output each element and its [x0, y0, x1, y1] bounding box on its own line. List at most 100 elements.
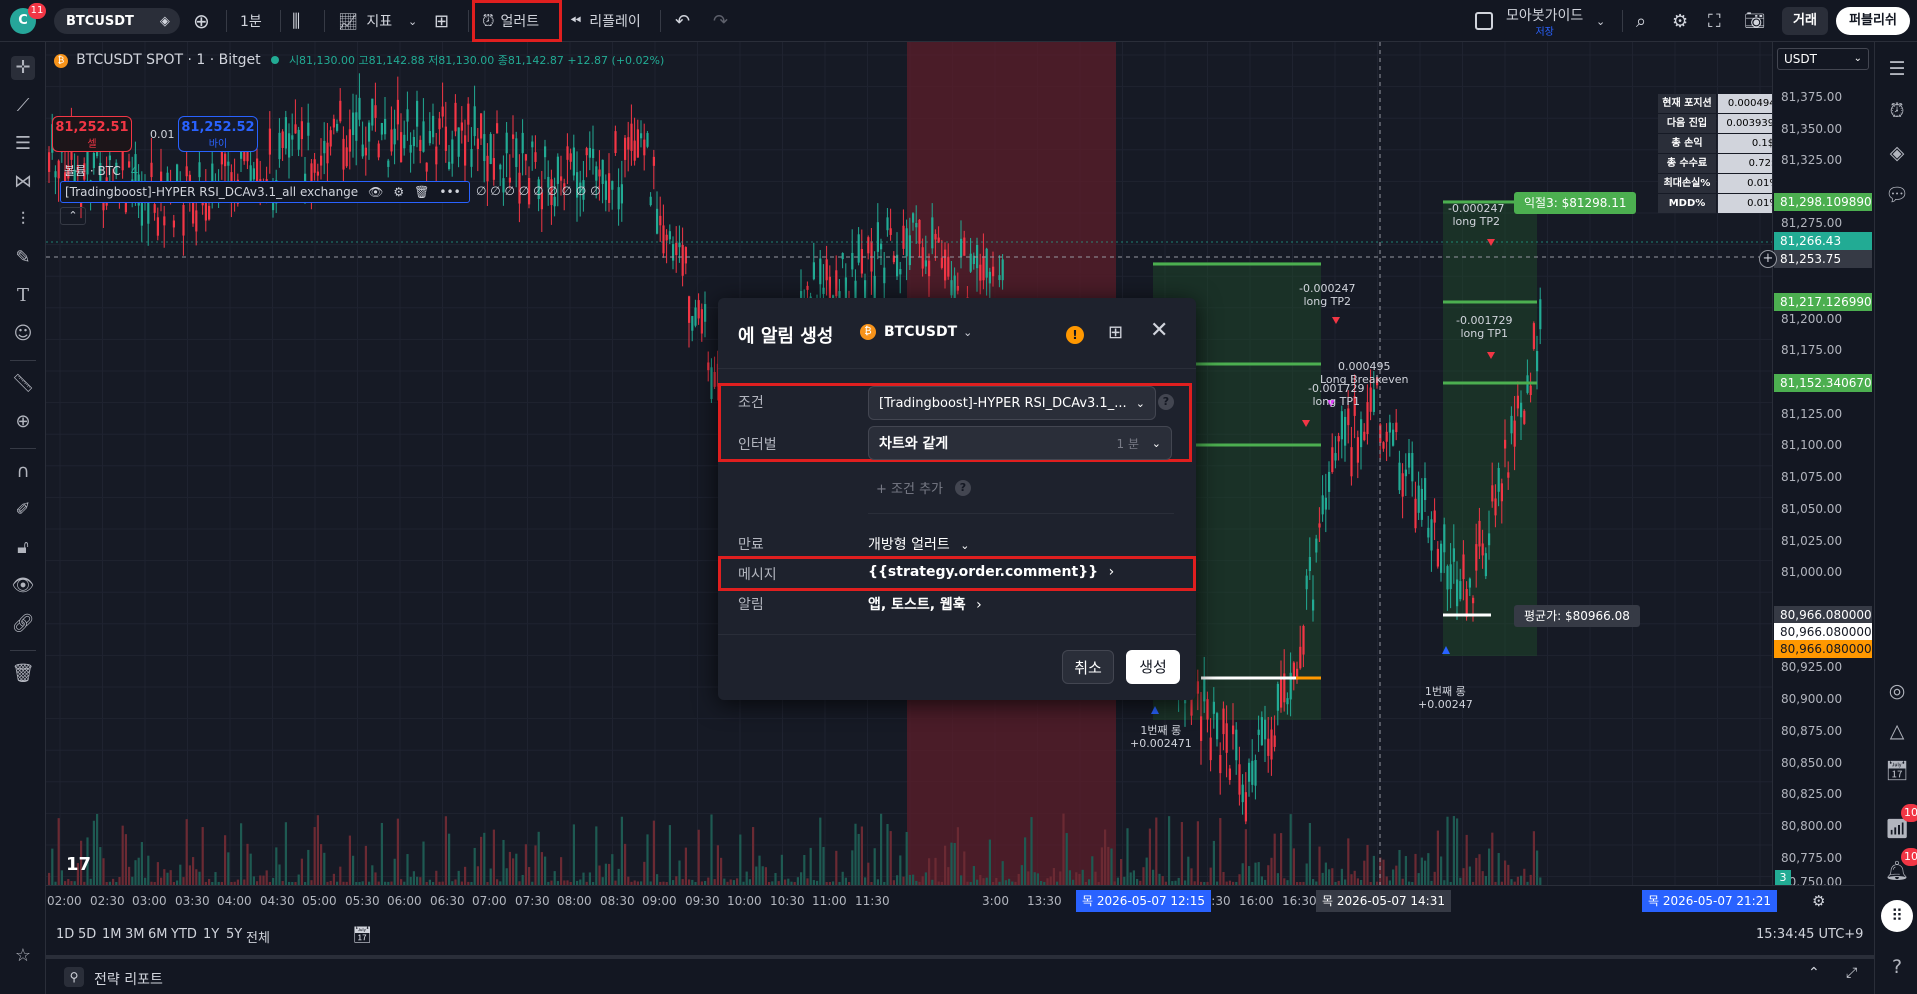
target-icon[interactable]: ◎	[1884, 678, 1910, 704]
strategy-report-panel[interactable]: ⚲ 전략 리포트 ⌃ ⤢	[46, 955, 1874, 994]
condition-select[interactable]: [Tradingboost]-HYPER RSI_DCAv3.1_... ⌄	[868, 386, 1156, 420]
zoom-in-icon[interactable]: ⊕	[11, 410, 35, 434]
expiry-button[interactable]: 개방형 얼러트 ⌄	[868, 534, 969, 554]
chat-icon[interactable]: 💬︎	[1884, 182, 1910, 208]
message-button[interactable]: {{strategy.order.comment}} ›	[868, 564, 1114, 580]
layout-name-button[interactable]: 모아봇가이드 저장	[1506, 5, 1583, 38]
interval-select[interactable]: 차트와 같게 1 분 ⌄	[868, 426, 1172, 460]
fullscreen-icon[interactable]: ⛶	[1708, 0, 1721, 42]
time-label-left: 목 2026-05-07 12:15	[1076, 890, 1211, 912]
range-button[interactable]: YTD	[171, 927, 197, 942]
fib-icon[interactable]: ⫶	[11, 208, 35, 232]
lock-icon[interactable]: 🔓︎	[11, 536, 35, 560]
alert-button[interactable]: ⏰︎ 얼러트	[482, 0, 539, 42]
lock-drawing-icon[interactable]: ✐	[11, 498, 35, 522]
trend-line-icon[interactable]: ⟋	[11, 94, 35, 118]
link-icon[interactable]: 🔗︎	[11, 612, 35, 636]
time-tick: 08:30	[600, 894, 635, 908]
indicators-label: 지표	[366, 14, 393, 30]
text-icon[interactable]: T	[11, 284, 35, 308]
ruler-icon[interactable]: 📏︎	[11, 372, 35, 396]
collapse-legend-icon[interactable]: ⌃	[60, 207, 86, 225]
eye-icon[interactable]: 👁︎	[11, 574, 35, 598]
trade-note-1-value: -0.000247	[1448, 202, 1505, 215]
message-value: {{strategy.order.comment}}	[868, 564, 1099, 580]
candles-icon[interactable]: ⫼	[292, 0, 300, 42]
interval-button[interactable]: 1분	[240, 0, 262, 42]
buy-button[interactable]: 81,252.52 바이	[178, 116, 258, 152]
eye-icon[interactable]: 👁︎	[368, 185, 383, 199]
tp1-price-label: 81,152.340670	[1774, 374, 1872, 392]
redo-icon[interactable]: ↷	[713, 0, 728, 42]
settings-gear-icon[interactable]: ⚙	[1672, 0, 1688, 42]
undo-icon[interactable]: ↶	[675, 0, 690, 42]
range-button[interactable]: 5D	[78, 927, 96, 942]
range-button[interactable]: 3M	[125, 927, 145, 942]
layout-square-icon[interactable]	[1475, 12, 1493, 30]
quick-search-icon[interactable]: ⌕	[1636, 0, 1646, 42]
layout-dropdown-icon[interactable]: ⌄	[1596, 0, 1605, 42]
alert-grid-icon[interactable]: ⊞	[1108, 322, 1123, 343]
range-button[interactable]: 전체	[246, 927, 270, 946]
dialog-symbol[interactable]: ₿ BTCUSDT ⌄	[860, 324, 972, 340]
trade-note-2-value: -0.000247	[1299, 282, 1356, 295]
symbol-legend[interactable]: ₿ BTCUSDT SPOT · 1 · Bitget 시81,130.00 고…	[54, 52, 664, 68]
go-to-date-icon[interactable]: 📅︎	[352, 925, 372, 944]
add-alert-plus-icon[interactable]: +	[1759, 250, 1777, 268]
replay-button[interactable]: ⏪︎ 리플레이	[570, 0, 641, 42]
symbol-search-button[interactable]: BTCUSDT ◈	[54, 8, 180, 34]
camera-icon[interactable]: 📷︎	[1744, 0, 1766, 42]
trade-note-5-label: long TP1	[1312, 395, 1361, 408]
spread-value: 0.01	[150, 128, 175, 141]
calendar-icon[interactable]: 📅︎	[1884, 758, 1910, 784]
range-button[interactable]: 1M	[102, 927, 122, 942]
clock[interactable]: 15:34:45 UTC+9	[1756, 927, 1863, 942]
trade-button[interactable]: 거래	[1782, 7, 1828, 35]
emoji-icon[interactable]: ☺	[11, 322, 35, 346]
sell-button[interactable]: 81,252.51 셀	[52, 116, 132, 152]
settings-gear-icon[interactable]: ⚙	[393, 185, 404, 199]
indicator-legend[interactable]: [Tradingboost]-HYPER RSI_DCAv3.1_all exc…	[60, 181, 470, 203]
templates-icon[interactable]: ⊞	[434, 0, 449, 42]
expand-panel-icon[interactable]: ⌃	[1808, 965, 1820, 981]
cancel-button[interactable]: 취소	[1062, 650, 1114, 684]
crosshair-icon[interactable]: ✛	[11, 56, 35, 80]
currency-select[interactable]: USDT ⌄	[1777, 48, 1869, 70]
sell-price: 81,252.51	[55, 120, 129, 135]
apps-grid-icon[interactable]: ⠿	[1881, 900, 1913, 932]
price-axis[interactable]: USDT ⌄ 81,375.00 81,350.00 81,325.00 81,275…	[1759, 42, 1874, 889]
alerts-clock-icon[interactable]: ⏰︎	[1884, 98, 1910, 124]
maximize-panel-icon[interactable]: ⤢	[1846, 965, 1857, 981]
more-icon[interactable]: •••	[439, 185, 460, 199]
publish-button[interactable]: 퍼블리쉬	[1836, 7, 1910, 35]
range-button[interactable]: 1D	[56, 927, 74, 942]
range-button[interactable]: 1Y	[203, 927, 219, 942]
help-icon[interactable]: ?	[1158, 394, 1174, 410]
layers-icon[interactable]: ◈	[1884, 140, 1910, 166]
trash-icon[interactable]: 🗑︎	[11, 662, 35, 686]
indicators-button[interactable]: 📈︎ 지표	[338, 0, 392, 42]
ideas-icon[interactable]: △	[1884, 718, 1910, 744]
axis-settings-icon[interactable]: ⚙	[1812, 892, 1825, 910]
range-button[interactable]: 6M	[148, 927, 168, 942]
favorites-star-icon[interactable]: ☆	[11, 944, 35, 968]
add-symbol-icon[interactable]: ⊕	[193, 0, 210, 42]
brush-icon[interactable]: ✎	[11, 246, 35, 270]
magnet-icon[interactable]: ∩	[11, 460, 35, 484]
price-tick: 81,075.00	[1781, 470, 1843, 484]
help-icon[interactable]: ?	[1884, 954, 1910, 980]
add-condition-button[interactable]: + 조건 추가 ?	[876, 478, 971, 497]
notify-button[interactable]: 앱, 토스트, 웹훅 ›	[868, 594, 982, 614]
create-button[interactable]: 생성	[1126, 650, 1180, 684]
horizontal-lines-icon[interactable]: ☰	[11, 132, 35, 156]
watchlist-icon[interactable]: ☰	[1884, 56, 1910, 82]
trash-icon[interactable]: 🗑︎	[414, 185, 429, 199]
pattern-icon[interactable]: ⋈	[11, 170, 35, 194]
range-button[interactable]: 5Y	[226, 927, 242, 942]
warning-icon[interactable]: !	[1066, 326, 1084, 344]
time-axis[interactable]: 02:00 02:30 03:00 03:30 04:00 04:30 05:00 05:30…	[46, 885, 1874, 915]
close-icon[interactable]: ✕	[1150, 318, 1168, 343]
volume-legend[interactable]: 볼륨 · BTC 4	[64, 162, 138, 179]
scale-badge[interactable]: 3	[1775, 870, 1791, 886]
indicators-dropdown-icon[interactable]: ⌄	[408, 0, 417, 42]
